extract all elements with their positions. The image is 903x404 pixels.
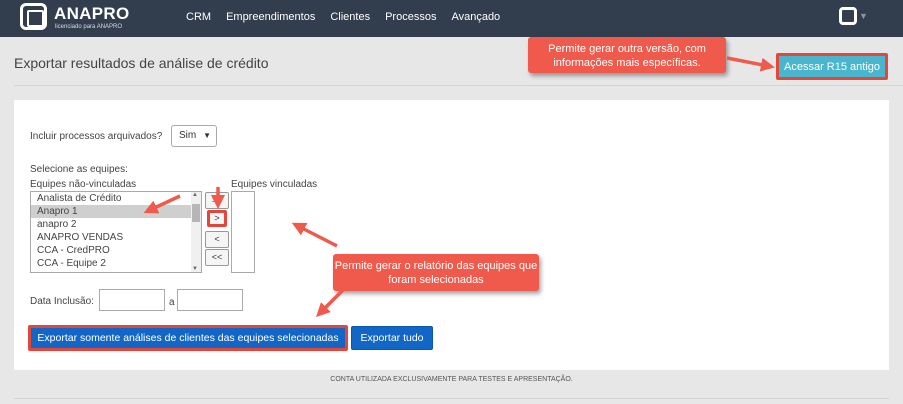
annotation-arrows — [143, 56, 775, 317]
arrow-to-r15-button — [726, 56, 775, 72]
arrow-to-linked-list — [291, 222, 338, 248]
arrow-to-export-button — [316, 287, 346, 317]
arrow-to-selected-team — [143, 194, 181, 214]
